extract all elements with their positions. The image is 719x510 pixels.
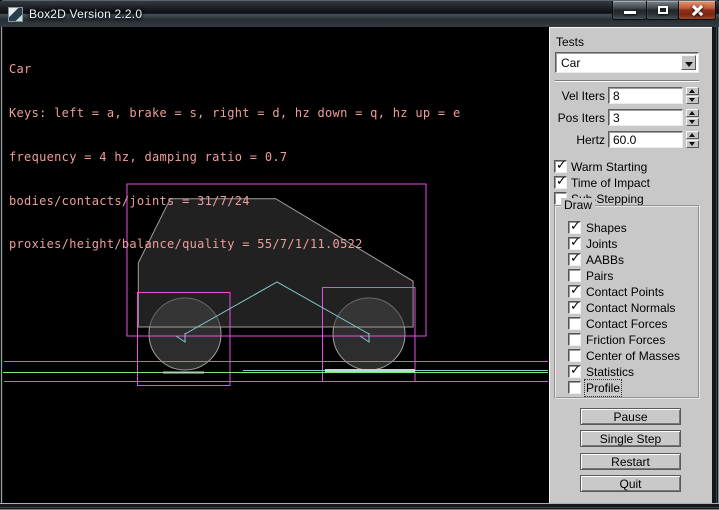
friction-forces-label[interactable]: Friction Forces bbox=[586, 333, 665, 347]
close-icon bbox=[692, 5, 703, 16]
pos-iters-input[interactable] bbox=[608, 109, 683, 126]
spin-up-button[interactable] bbox=[686, 131, 699, 139]
dropdown-arrow-button[interactable] bbox=[681, 55, 696, 70]
aabbs-label[interactable]: AABBs bbox=[586, 253, 624, 267]
keys-help: Keys: left = a, brake = s, right = d, hz… bbox=[9, 106, 460, 121]
statistics-checkbox[interactable] bbox=[568, 365, 581, 378]
joints-label[interactable]: Joints bbox=[586, 237, 617, 251]
arrow-up-icon bbox=[689, 133, 695, 137]
caption-buttons bbox=[613, 1, 716, 20]
contact-normals-checkbox[interactable] bbox=[568, 301, 581, 314]
time-of-impact-label[interactable]: Time of Impact bbox=[571, 176, 650, 190]
pairs-checkbox[interactable] bbox=[568, 269, 581, 282]
spin-up-button[interactable] bbox=[686, 87, 699, 95]
hertz-label: Hertz bbox=[550, 133, 605, 147]
vel-iters-row: Vel Iters bbox=[550, 87, 713, 104]
contact-points-label[interactable]: Contact Points bbox=[586, 285, 664, 299]
pos-iters-spinner bbox=[686, 109, 699, 126]
time-of-impact-checkbox[interactable] bbox=[554, 176, 567, 189]
shapes-label[interactable]: Shapes bbox=[586, 221, 627, 235]
pairs-label[interactable]: Pairs bbox=[586, 269, 613, 283]
pause-button[interactable]: Pause bbox=[580, 408, 681, 425]
title-bar[interactable]: Box2D Version 2.2.0 bbox=[0, 0, 719, 27]
pos-iters-label: Pos Iters bbox=[550, 111, 605, 125]
quit-button[interactable]: Quit bbox=[580, 475, 681, 492]
maximize-icon bbox=[658, 6, 668, 14]
minimize-button[interactable] bbox=[612, 1, 647, 20]
profile-checkbox[interactable] bbox=[568, 381, 581, 394]
profile-label[interactable]: Profile bbox=[586, 381, 620, 395]
arrow-up-icon bbox=[689, 111, 695, 115]
separator bbox=[555, 80, 699, 82]
statistics-label[interactable]: Statistics bbox=[586, 365, 634, 379]
spin-up-button[interactable] bbox=[686, 109, 699, 117]
vel-iters-input[interactable] bbox=[608, 87, 683, 104]
aabbs-checkbox[interactable] bbox=[568, 253, 581, 266]
single-step-button[interactable]: Single Step bbox=[580, 430, 681, 447]
app-window: Box2D Version 2.2.0 bbox=[0, 0, 719, 510]
window-frame-right bbox=[712, 27, 719, 510]
spin-down-button[interactable] bbox=[686, 96, 699, 104]
draw-group-title: Draw bbox=[561, 198, 595, 212]
hertz-spinner bbox=[686, 131, 699, 148]
spin-down-button[interactable] bbox=[686, 118, 699, 126]
proxy-stats: proxies/height/balance/quality = 55/7/1/… bbox=[9, 237, 460, 252]
restart-button[interactable]: Restart bbox=[580, 453, 681, 470]
contact-points-right bbox=[325, 369, 415, 372]
warm-starting-label[interactable]: Warm Starting bbox=[571, 160, 647, 174]
pos-iters-row: Pos Iters bbox=[550, 109, 713, 126]
minimize-icon bbox=[624, 11, 636, 14]
stats-text: Car Keys: left = a, brake = s, right = d… bbox=[9, 33, 460, 281]
hertz-input[interactable] bbox=[608, 131, 683, 148]
maximize-button[interactable] bbox=[646, 1, 679, 20]
frequency-info: frequency = 4 hz, damping ratio = 0.7 bbox=[9, 150, 460, 165]
warm-starting-checkbox[interactable] bbox=[554, 160, 567, 173]
test-name: Car bbox=[9, 62, 460, 77]
tests-label: Tests bbox=[556, 35, 584, 49]
shapes-checkbox[interactable] bbox=[568, 221, 581, 234]
arrow-up-icon bbox=[689, 89, 695, 93]
simulation-canvas[interactable]: Car Keys: left = a, brake = s, right = d… bbox=[3, 27, 549, 503]
contact-forces-checkbox[interactable] bbox=[568, 317, 581, 330]
joints-checkbox[interactable] bbox=[568, 237, 581, 250]
center-of-masses-checkbox[interactable] bbox=[568, 349, 581, 362]
center-of-masses-label[interactable]: Center of Masses bbox=[586, 349, 680, 363]
arrow-down-icon bbox=[689, 120, 695, 124]
contact-points-left bbox=[163, 372, 204, 374]
app-icon bbox=[8, 7, 23, 22]
arrow-down-icon bbox=[689, 142, 695, 146]
vel-iters-spinner bbox=[686, 87, 699, 104]
tests-dropdown[interactable]: Car bbox=[555, 52, 699, 73]
window-frame-bottom bbox=[0, 503, 719, 510]
vel-iters-label: Vel Iters bbox=[550, 89, 605, 103]
arrow-down-icon bbox=[689, 98, 695, 102]
window-title: Box2D Version 2.2.0 bbox=[29, 7, 142, 21]
hertz-row: Hertz bbox=[550, 131, 713, 148]
contact-normals-label[interactable]: Contact Normals bbox=[586, 301, 675, 315]
control-panel: Tests Car Vel Iters Pos Iters Hertz bbox=[549, 27, 712, 503]
contact-forces-label[interactable]: Contact Forces bbox=[586, 317, 667, 331]
friction-forces-checkbox[interactable] bbox=[568, 333, 581, 346]
spin-down-button[interactable] bbox=[686, 140, 699, 148]
close-button[interactable] bbox=[678, 1, 716, 20]
chevron-down-icon bbox=[685, 62, 693, 67]
tests-selected-value: Car bbox=[561, 56, 580, 70]
body-stats: bodies/contacts/joints = 31/7/24 bbox=[9, 194, 460, 209]
contact-points-checkbox[interactable] bbox=[568, 285, 581, 298]
